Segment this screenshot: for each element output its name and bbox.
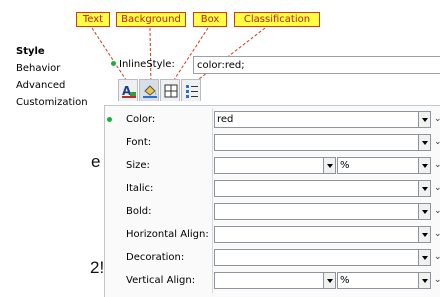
callout-background: Background bbox=[116, 12, 186, 27]
property-label: Font: bbox=[126, 137, 152, 148]
category-nav: Style Behavior Advanced Customization bbox=[11, 43, 97, 111]
vertical-align-unit-combo[interactable]: % bbox=[337, 272, 431, 289]
box-icon bbox=[164, 84, 178, 98]
property-label-cell: Decoration: bbox=[104, 246, 213, 270]
value-set-indicator bbox=[111, 61, 116, 66]
property-label-cell: Horizontal Align: bbox=[104, 223, 213, 247]
classification-icon bbox=[186, 85, 198, 98]
tab-classification[interactable] bbox=[181, 79, 201, 101]
dropdown-arrow-icon[interactable] bbox=[323, 158, 335, 173]
property-row-decoration: Decoration: ⌄ bbox=[104, 246, 440, 270]
combo-value: % bbox=[340, 275, 350, 286]
value-set-indicator bbox=[107, 117, 112, 122]
nav-item-advanced[interactable]: Advanced bbox=[11, 77, 97, 94]
italic-combo[interactable] bbox=[214, 180, 431, 197]
dropdown-arrow-icon[interactable] bbox=[418, 181, 430, 196]
size-value-combo[interactable] bbox=[214, 157, 336, 174]
property-label: Decoration: bbox=[126, 252, 185, 263]
size-unit-combo[interactable]: % bbox=[337, 157, 431, 174]
dropdown-arrow-icon[interactable] bbox=[418, 273, 430, 288]
text-style-icon: A bbox=[122, 84, 136, 98]
property-row-color: Color: red ⌄ bbox=[104, 108, 440, 132]
property-label: Bold: bbox=[126, 206, 152, 217]
tab-background[interactable] bbox=[139, 79, 159, 101]
dropdown-arrow-icon[interactable] bbox=[418, 135, 430, 150]
font-combo[interactable] bbox=[214, 134, 431, 151]
tab-text[interactable]: A bbox=[118, 79, 138, 101]
decoration-combo[interactable] bbox=[214, 249, 431, 266]
chevron-down-icon[interactable]: ⌄ bbox=[434, 157, 440, 174]
chevron-down-icon[interactable]: ⌄ bbox=[434, 134, 440, 151]
nav-item-style[interactable]: Style bbox=[11, 43, 97, 60]
chevron-down-icon[interactable]: ⌄ bbox=[434, 180, 440, 197]
color-combo[interactable]: red bbox=[214, 111, 431, 128]
property-label-cell: Italic: bbox=[104, 177, 213, 201]
property-label: Size: bbox=[126, 160, 150, 171]
property-label-cell: Color: bbox=[104, 108, 213, 132]
background-text-fragment: 2! bbox=[90, 258, 105, 277]
callout-box: Box bbox=[193, 12, 227, 27]
leader-text bbox=[91, 27, 131, 87]
tab-box[interactable] bbox=[160, 79, 180, 101]
callout-text: Text bbox=[76, 12, 110, 27]
chevron-down-icon[interactable]: ⌄ bbox=[434, 111, 440, 128]
background-text-fragment: e bbox=[91, 152, 101, 171]
bold-combo[interactable] bbox=[214, 203, 431, 220]
dropdown-arrow-icon[interactable] bbox=[418, 158, 430, 173]
nav-item-customization[interactable]: Customization bbox=[11, 94, 97, 111]
dropdown-arrow-icon[interactable] bbox=[323, 273, 335, 288]
dropdown-arrow-icon[interactable] bbox=[418, 227, 430, 242]
background-icon bbox=[143, 85, 157, 98]
property-row-horizontal-align: Horizontal Align: ⌄ bbox=[104, 223, 440, 247]
callout-classification: Classification bbox=[234, 12, 320, 27]
chevron-down-icon[interactable]: ⌄ bbox=[434, 272, 440, 289]
dropdown-arrow-icon[interactable] bbox=[418, 112, 430, 127]
property-row-font: Font: ⌄ bbox=[104, 131, 440, 155]
chevron-down-icon[interactable]: ⌄ bbox=[434, 203, 440, 220]
property-row-bold: Bold: ⌄ bbox=[104, 200, 440, 224]
horizontal-align-combo[interactable] bbox=[214, 226, 431, 243]
dropdown-arrow-icon[interactable] bbox=[418, 250, 430, 265]
inline-style-input[interactable] bbox=[193, 56, 440, 74]
property-label: Italic: bbox=[126, 183, 154, 194]
property-row-italic: Italic: ⌄ bbox=[104, 177, 440, 201]
property-label: Vertical Align: bbox=[126, 275, 196, 286]
inline-style-label: InlineStyle: bbox=[119, 59, 175, 70]
property-label-cell: Vertical Align: bbox=[104, 269, 213, 293]
combo-value: % bbox=[340, 160, 350, 171]
property-label: Color: bbox=[126, 114, 156, 125]
property-row-size: Size: % ⌄ bbox=[104, 154, 440, 178]
chevron-down-icon[interactable]: ⌄ bbox=[434, 226, 440, 243]
chevron-down-icon[interactable]: ⌄ bbox=[434, 249, 440, 266]
combo-value: red bbox=[217, 114, 234, 125]
leader-background bbox=[149, 27, 152, 87]
property-label-cell: Size: bbox=[104, 154, 213, 178]
nav-item-behavior[interactable]: Behavior bbox=[11, 60, 97, 77]
property-row-vertical-align: Vertical Align: % ⌄ bbox=[104, 269, 440, 293]
dropdown-arrow-icon[interactable] bbox=[418, 204, 430, 219]
property-label-cell: Bold: bbox=[104, 200, 213, 224]
property-label-cell: Font: bbox=[104, 131, 213, 155]
vertical-align-value-combo[interactable] bbox=[214, 272, 336, 289]
style-tab-strip: A bbox=[118, 79, 202, 105]
property-label: Horizontal Align: bbox=[126, 229, 209, 240]
